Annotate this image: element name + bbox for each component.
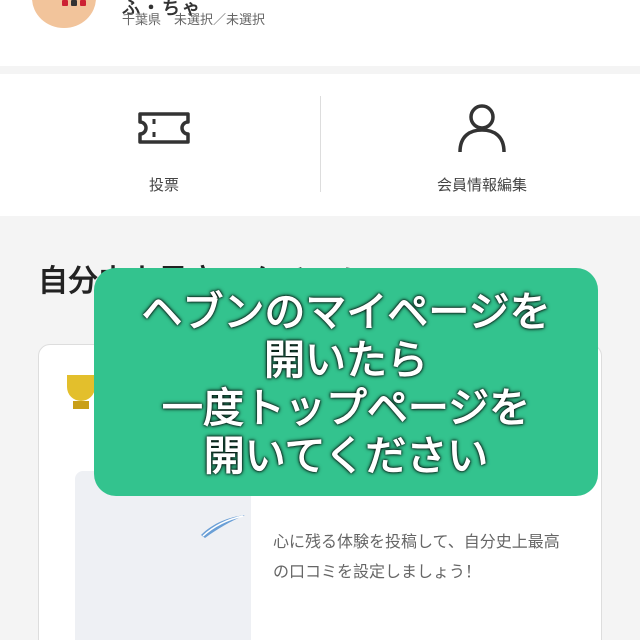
profile-header: ふ・ちゃ 千葉県 未選択／未選択	[0, 0, 640, 66]
instruction-overlay: ヘブンのマイページを 開いたら 一度トップページを 開いてください	[94, 268, 598, 496]
member-edit-button[interactable]: 会員情報編集	[322, 74, 640, 216]
overlay-line: 一度トップページを	[161, 384, 531, 432]
overlay-line: 開いてください	[203, 432, 489, 480]
divider	[320, 96, 321, 192]
avatar[interactable]	[18, 0, 110, 52]
member-edit-label: 会員情報編集	[436, 175, 527, 194]
vote-button[interactable]: 投票	[6, 74, 322, 216]
overlay-line: 開いたら	[264, 336, 428, 384]
vote-label: 投票	[148, 175, 179, 194]
quill-icon	[201, 515, 245, 538]
user-icon	[450, 96, 514, 160]
review-placeholder-image	[75, 471, 251, 640]
ticket-icon	[132, 96, 196, 160]
review-prompt-text: 心に残る体験を投稿して、自分史上最高の口コミを設定しましょう！	[273, 532, 560, 581]
overlay-line: ヘブンのマイページを	[141, 288, 551, 336]
region-text: 千葉県 未選択／未選択	[122, 13, 266, 28]
action-bar: 投票 会員情報編集	[0, 74, 640, 216]
